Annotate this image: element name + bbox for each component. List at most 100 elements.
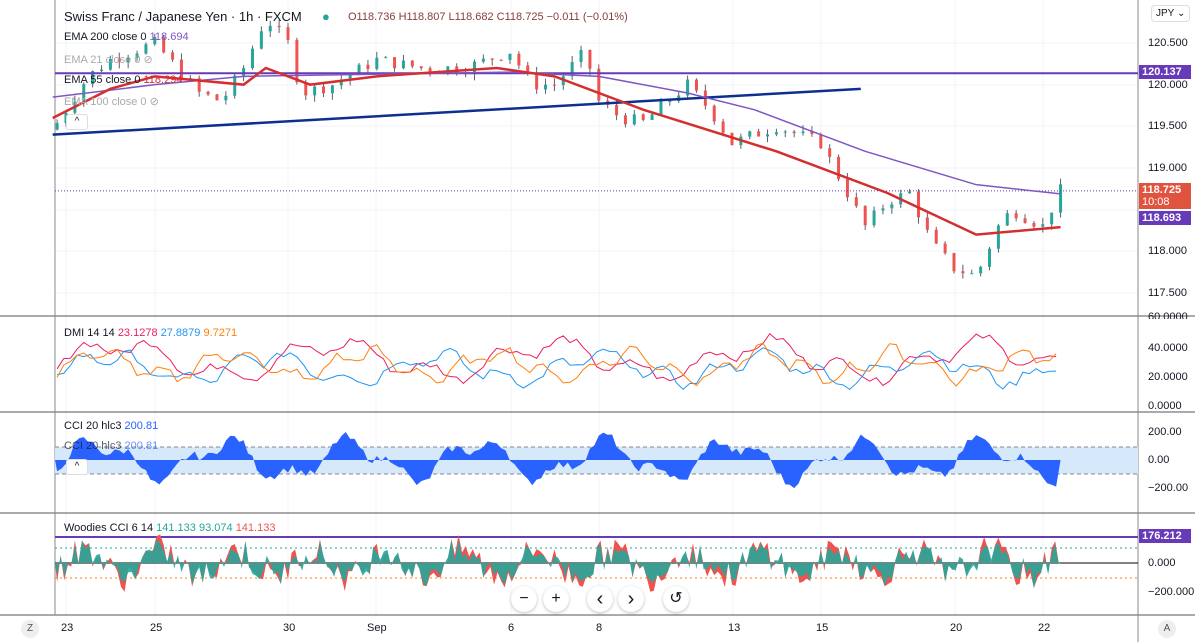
candle-body — [384, 57, 388, 59]
candle-body — [171, 52, 175, 60]
timezone-z-button[interactable]: Z — [21, 620, 39, 638]
change-value: −0.011 (−0.01%) — [546, 11, 628, 23]
candle-body — [393, 57, 397, 69]
woodies-hist-value: 141.133 — [235, 522, 276, 534]
candle-body — [206, 91, 210, 95]
candle-body — [908, 191, 912, 194]
cci-legend[interactable]: CCI 20 hlc3 200.81 — [64, 420, 158, 432]
chart-canvas[interactable] — [0, 0, 1195, 642]
woodies-legend[interactable]: Woodies CCI 6 14 141.133 93.074 141.133 — [64, 522, 275, 534]
ema55-label: EMA 55 close 0 — [64, 74, 141, 86]
candle-body — [952, 253, 956, 272]
candle-body — [943, 243, 947, 254]
last-price-tag: 118.725 10:08 — [1139, 183, 1191, 209]
candle-body — [1059, 184, 1063, 213]
candle-body — [650, 114, 654, 120]
collapse-legend-button[interactable]: ^ — [66, 114, 88, 130]
candle-body — [259, 31, 263, 49]
legend-ema55[interactable]: EMA 55 close 0 118.294 — [64, 74, 182, 86]
x-tick: 8 — [596, 622, 603, 634]
candle-body — [1032, 223, 1036, 227]
candle-body — [766, 134, 770, 137]
cci-label: CCI 20 hlc3 — [64, 420, 122, 432]
open-value: O118.736 — [348, 11, 396, 23]
cci-legend-duplicate[interactable]: CCI 20 hlc3 200.81 — [64, 440, 158, 452]
candle-body — [659, 101, 663, 115]
candle-body — [250, 48, 254, 69]
woodies-turbo-value: 93.074 — [198, 522, 233, 534]
candle-body — [366, 64, 370, 69]
candle-body — [934, 229, 938, 244]
woodies-cci-value: 141.133 — [156, 522, 196, 534]
candle-body — [783, 131, 787, 133]
candle-body — [552, 84, 556, 86]
candle-body — [632, 114, 636, 125]
price-tick: 118.000 — [1148, 245, 1187, 257]
candle-body — [757, 131, 761, 137]
ema21-label: EMA 21 close 0 — [64, 54, 141, 66]
candle-body — [916, 191, 920, 218]
candle-body — [828, 148, 832, 157]
candle-body — [668, 101, 672, 103]
dmi-legend[interactable]: DMI 14 14 23.1278 27.8879 9.7271 — [64, 327, 237, 339]
hidden-eye-icon[interactable]: ⊘ — [150, 96, 159, 108]
dmi-tick: 60.0000 — [1148, 311, 1188, 319]
zoom-in-button[interactable]: + — [543, 586, 569, 612]
candle-body — [623, 115, 627, 125]
candle-body — [845, 179, 849, 198]
candle-body — [277, 25, 281, 28]
zoom-out-button[interactable]: − — [511, 586, 537, 612]
candle-body — [588, 49, 592, 69]
cci-tick: 0.00 — [1148, 454, 1170, 466]
legend-ema100[interactable]: EMA 100 close 0 ⊘ — [64, 95, 159, 108]
candle-body — [925, 217, 929, 230]
legend-ema21[interactable]: EMA 21 close 0 ⊘ — [64, 53, 153, 66]
x-tick: 13 — [728, 622, 741, 634]
candle-body — [970, 273, 974, 275]
cci-value: 200.81 — [124, 440, 159, 452]
ema200-value: 118.694 — [149, 31, 189, 43]
woodies-cci-area — [55, 538, 1061, 589]
x-tick: 6 — [508, 622, 515, 634]
cci-label: CCI 20 hlc3 — [64, 440, 122, 452]
cci-tick: 200.00 — [1148, 426, 1182, 438]
candle-body — [375, 57, 379, 69]
scroll-right-button[interactable]: › — [618, 586, 644, 612]
auto-scale-button[interactable]: A — [1158, 620, 1176, 638]
x-tick: 30 — [283, 622, 296, 634]
cci-value: 200.81 — [124, 420, 159, 432]
price-tick: 119.000 — [1148, 162, 1187, 174]
woodies-label: Woodies CCI 6 14 — [64, 522, 154, 534]
candle-body — [508, 53, 512, 60]
reset-chart-button[interactable]: ↺ — [663, 586, 689, 612]
candle-body — [215, 94, 219, 101]
candle-body — [313, 86, 317, 96]
currency-button[interactable]: JPY ⌄ — [1151, 5, 1191, 22]
candle-body — [481, 58, 485, 62]
ohlc-readout: O118.736 H118.807 L118.682 C118.725 −0.0… — [348, 11, 628, 23]
candle-body — [322, 86, 326, 94]
symbol-title[interactable]: Swiss Franc / Japanese Yen · 1h · FXCM — [64, 9, 302, 24]
candle-body — [1023, 218, 1027, 224]
candle-body — [774, 132, 778, 135]
candle-body — [819, 134, 823, 149]
cci-tick: −200.00 — [1148, 482, 1189, 494]
price-tick: 119.500 — [1148, 120, 1187, 132]
dmi-tick: 40.0000 — [1148, 342, 1188, 354]
last-price: 118.725 — [1142, 184, 1182, 196]
x-tick: Sep — [367, 622, 387, 634]
candle-body — [1014, 213, 1018, 219]
candle-body — [419, 66, 423, 69]
hidden-eye-icon[interactable]: ⊘ — [144, 54, 153, 66]
candle-body — [792, 131, 796, 134]
ema200-line — [52, 71, 1061, 195]
legend-ema200[interactable]: EMA 200 close 0 118.694 — [64, 31, 189, 43]
candle-body — [1005, 213, 1009, 226]
candle-body — [242, 68, 246, 76]
candle-body — [881, 208, 885, 211]
candle-body — [100, 69, 104, 72]
scroll-left-button[interactable]: ‹ — [587, 586, 613, 612]
candle-body — [694, 79, 698, 91]
collapse-legend-button[interactable]: ^ — [66, 459, 88, 475]
ema100-label: EMA 100 close 0 — [64, 96, 147, 108]
